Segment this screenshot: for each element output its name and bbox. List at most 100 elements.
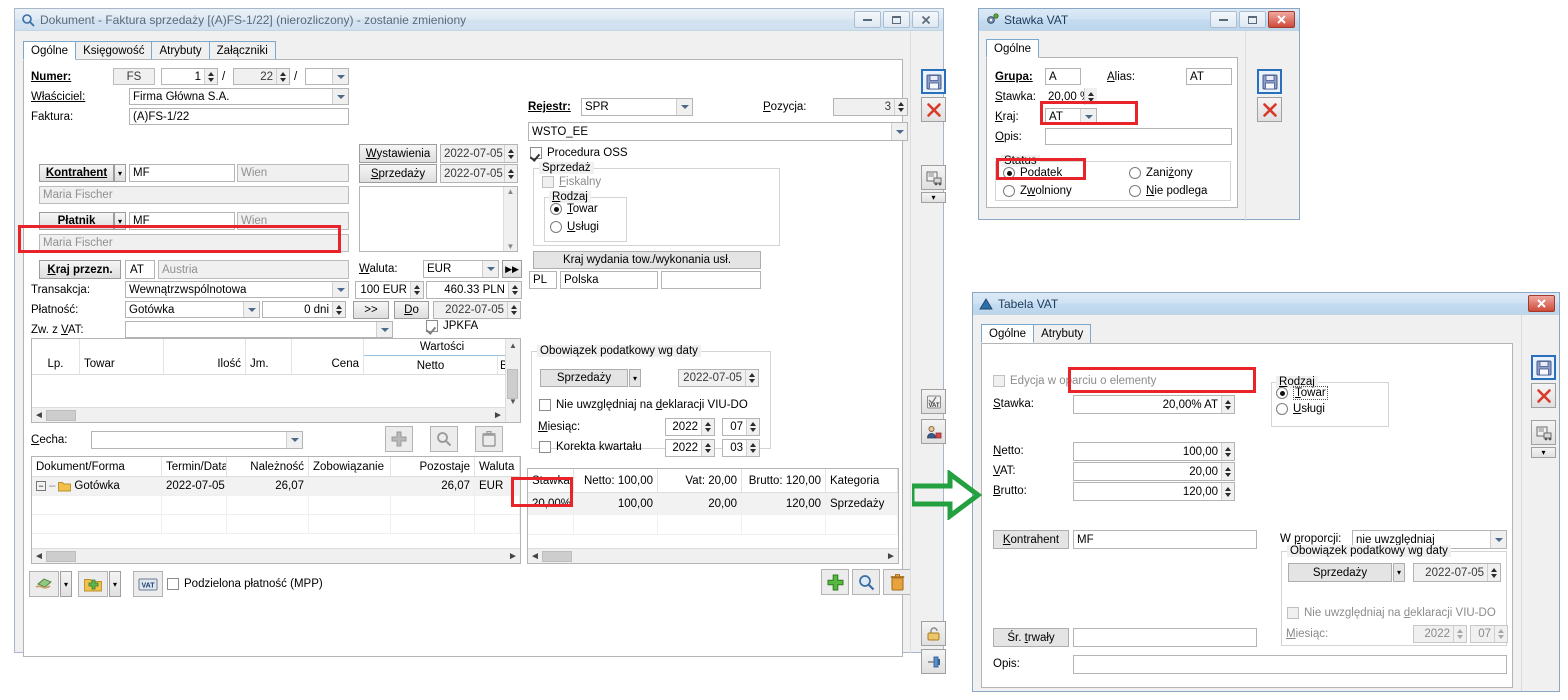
grupa-field[interactable]: A (1045, 68, 1081, 85)
save-button[interactable] (1257, 69, 1282, 94)
platnosc-combo[interactable]: Gotówka (125, 301, 260, 318)
do-date-spinner[interactable]: 2022-07-05 (433, 301, 521, 319)
vat-col-kategoria[interactable]: Kategoria (826, 469, 898, 492)
items-grid[interactable]: Lp. Towar Ilość Jm. Cena Wartości Netto … (31, 338, 521, 423)
kontrahent-field[interactable]: MF (1073, 530, 1257, 549)
scroll-left-icon[interactable]: ◄ (32, 410, 46, 421)
vat-register-button[interactable]: VAT (921, 389, 946, 414)
cancel-button[interactable] (1257, 97, 1282, 122)
hscroll-thumb[interactable] (46, 409, 76, 421)
spinner-buttons[interactable] (508, 282, 521, 298)
table-row[interactable]: 20,00% 100,00 20,00 120,00 Sprzedaży (528, 493, 898, 515)
payments-col-waluta[interactable]: Waluta (475, 457, 520, 476)
vat-grid-hscrollbar[interactable]: ◄ ► (528, 548, 898, 563)
close-icon[interactable] (1528, 295, 1555, 312)
payments-col-pozostaje[interactable]: Pozostaje (391, 457, 475, 476)
minimize-icon[interactable] (854, 11, 881, 28)
miesiac-month-spinner[interactable]: 07 (1470, 625, 1508, 643)
platnik-dropdown[interactable]: ▾ (114, 212, 126, 230)
chevron-down-icon[interactable] (482, 261, 498, 277)
platnik-code-field[interactable]: MF (129, 212, 235, 230)
pozycja-spinner[interactable]: 3 (833, 98, 908, 116)
jpkfa-checkbox[interactable]: JPKFA (426, 320, 478, 332)
stawka-spinner[interactable]: 20,00 % (1045, 88, 1097, 105)
spinner-buttons[interactable] (276, 69, 289, 84)
print-button[interactable] (1531, 420, 1556, 445)
obowiazek-data-spinner[interactable]: 2022-07-05 (678, 369, 759, 387)
notes-area[interactable]: ▲ ▼ (359, 186, 518, 252)
obowiazek-typ-button[interactable]: Sprzedaży (540, 369, 628, 387)
sr-trwaly-button[interactable]: Śr. trwały (993, 628, 1069, 647)
kontrahent-city-field[interactable]: Wien (237, 164, 349, 182)
chevron-down-icon[interactable] (332, 282, 348, 297)
spinner-buttons[interactable] (507, 302, 520, 318)
spinner-buttons[interactable] (332, 302, 345, 317)
spinner-buttons[interactable] (894, 99, 907, 115)
items-col-cena[interactable]: Cena (292, 339, 364, 374)
spinner-buttons[interactable] (504, 165, 517, 182)
maximize-icon[interactable] (1239, 11, 1266, 28)
payments-col-zobowiazanie[interactable]: Zobowiązanie (309, 457, 391, 476)
chevron-down-icon[interactable] (1080, 109, 1096, 124)
brutto-spinner[interactable]: 120,00 (1073, 482, 1235, 501)
items-grid-vthumb[interactable] (507, 369, 518, 399)
add-folder-dropdown[interactable]: ▾ (109, 571, 121, 597)
vat-button[interactable]: VAT (133, 571, 163, 597)
obowiazek-typ-dropdown[interactable]: ▾ (629, 369, 641, 387)
opis-field[interactable] (1045, 128, 1232, 145)
procedura-oss-checkbox[interactable]: Procedura OSS (530, 147, 628, 159)
obowiazek-data-spinner[interactable]: 2022-07-05 (1413, 563, 1501, 582)
numer-series-field[interactable]: FS (113, 68, 155, 85)
minimize-icon[interactable] (1210, 11, 1237, 28)
print-button[interactable] (921, 165, 946, 190)
stawka-spinner[interactable]: 20,00% AT (1073, 395, 1235, 414)
tab-atrybuty[interactable]: Atrybuty (151, 41, 210, 60)
cecha-combo[interactable] (91, 431, 303, 449)
netto-spinner[interactable]: 100,00 (1073, 442, 1235, 461)
nie-uwzgledniaj-checkbox[interactable]: Nie uwzględniaj na deklaracji VIU-DO (1287, 607, 1496, 619)
scroll-right-icon[interactable]: ► (506, 551, 520, 562)
payments-grid[interactable]: Dokument/Forma Termin/Data Należność Zob… (31, 456, 521, 564)
kraj-combo[interactable]: AT (1045, 108, 1097, 125)
rodzaj-towar-radio[interactable]: Towar (1276, 386, 1328, 400)
spinner-buttons[interactable] (504, 145, 517, 162)
rodzaj-towar-radio[interactable]: Towar (550, 203, 598, 215)
scroll-left-icon[interactable]: ◄ (32, 551, 46, 562)
vat-add-button[interactable] (821, 569, 849, 595)
items-col-ilosc[interactable]: Ilość (164, 339, 246, 374)
spinner-buttons[interactable] (701, 419, 714, 435)
items-col-jm[interactable]: Jm. (246, 339, 292, 374)
spinner-buttons[interactable] (1221, 396, 1234, 413)
spinner-buttons[interactable] (746, 419, 759, 435)
kontrahent-button[interactable]: Kontrahent (993, 530, 1069, 549)
items-col-lp[interactable]: Lp. (32, 339, 80, 374)
korekta-year-spinner[interactable]: 2022 (665, 439, 715, 457)
wlasciciel-combo[interactable]: Firma Główna S.A. (129, 88, 349, 105)
items-delete-button[interactable] (475, 426, 503, 452)
spinner-buttons[interactable] (746, 440, 759, 456)
tab-ogolne[interactable]: Ogólne (986, 39, 1040, 58)
korekta-kwartalu-checkbox[interactable]: Korekta kwartału (539, 441, 642, 453)
table-row[interactable] (528, 515, 898, 535)
save-button[interactable] (1531, 355, 1556, 380)
scroll-right-icon[interactable]: ► (884, 551, 898, 562)
platnik-name-field[interactable]: Maria Fischer (39, 234, 349, 252)
hscroll-thumb[interactable] (542, 550, 572, 562)
sprzedazy-button[interactable]: Sprzedaży (359, 164, 437, 183)
vat-delete-button[interactable] (883, 569, 911, 595)
chevron-down-icon[interactable] (676, 99, 692, 115)
miesiac-month-spinner[interactable]: 07 (722, 418, 760, 436)
vat-col-stawka[interactable]: Stawka (528, 469, 574, 492)
vat-col-vat[interactable]: Vat: 20,00 (658, 469, 742, 492)
numer-no-spinner[interactable]: 1 (161, 68, 218, 85)
items-search-button[interactable] (430, 426, 458, 452)
kraj-przezn-name-field[interactable]: Austria (158, 260, 349, 279)
pay-button[interactable] (29, 571, 59, 597)
waluta-more-button[interactable]: ▶▶ (502, 260, 522, 278)
cancel-button[interactable] (1531, 383, 1556, 408)
spinner-buttons[interactable] (1487, 564, 1500, 581)
kraj-wydania-code-field[interactable]: PL (529, 271, 557, 289)
kraj-przezn-button[interactable]: Kraj przezn. (39, 260, 121, 279)
spinner-buttons[interactable] (1221, 483, 1234, 500)
kraj-wydania-extra-field[interactable] (661, 271, 761, 289)
